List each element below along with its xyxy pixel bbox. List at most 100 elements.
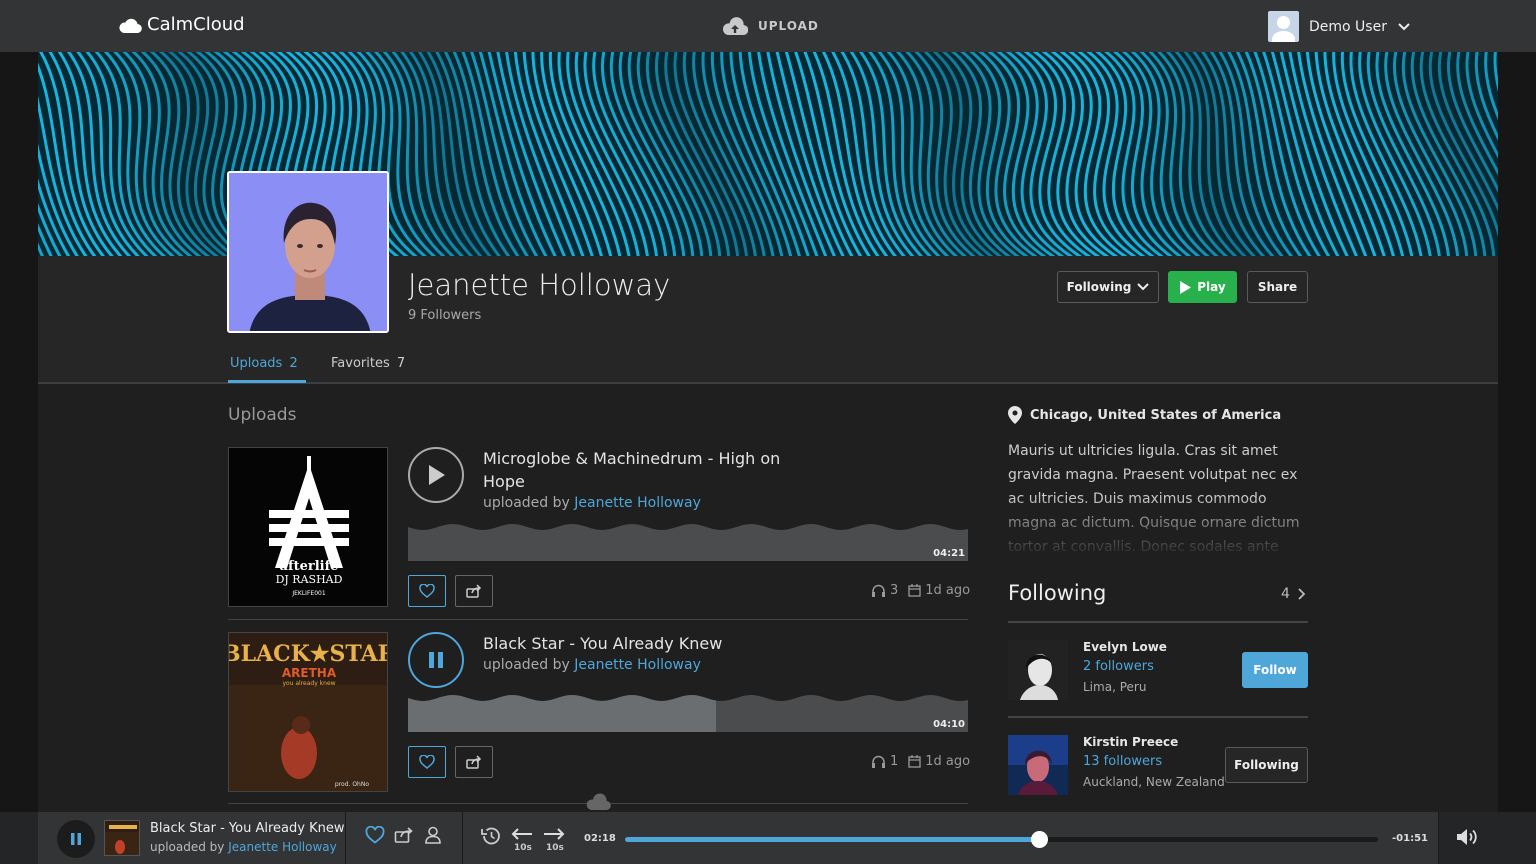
- profile-location: Chicago, United States of America: [1008, 406, 1281, 424]
- following-divider: [1008, 621, 1308, 623]
- user-avatar: [1268, 11, 1299, 42]
- unfollow-button[interactable]: Following: [1225, 747, 1308, 783]
- uploader-link[interactable]: Jeanette Holloway: [574, 495, 701, 511]
- track-play-button[interactable]: [408, 447, 464, 503]
- following-button[interactable]: Following: [1057, 271, 1159, 303]
- share-icon: [466, 755, 482, 769]
- artwork-text: JEKLIFE001: [291, 590, 325, 597]
- track-divider: [228, 619, 968, 620]
- track-pause-button[interactable]: [408, 632, 464, 688]
- player-elapsed: 02:18: [584, 833, 616, 844]
- skip-back-label: 10s: [514, 843, 532, 853]
- pause-icon: [71, 833, 81, 845]
- player-restart-button[interactable]: [480, 826, 502, 850]
- brand-name: CalmCloud: [147, 14, 245, 35]
- player-progress-handle[interactable]: [1031, 831, 1049, 848]
- active-tab-indicator: [228, 380, 306, 383]
- player-share-button[interactable]: [394, 826, 414, 848]
- follower-location: Auckland, New Zealand: [1083, 775, 1225, 789]
- tab-favorites[interactable]: Favorites 7: [331, 356, 405, 371]
- tab-uploads[interactable]: Uploads 2: [230, 356, 298, 371]
- player-track-title[interactable]: Black Star - You Already Knew: [150, 821, 344, 836]
- brand-logo[interactable]: CalmCloud: [118, 14, 245, 35]
- share-track-button[interactable]: [455, 746, 493, 778]
- headphones-icon: [872, 584, 885, 597]
- follower-avatar[interactable]: [1008, 640, 1068, 700]
- track-stats: 3 1d ago: [871, 583, 970, 598]
- heart-icon: [365, 825, 385, 844]
- track-uploader: uploaded by Jeanette Holloway: [483, 657, 701, 673]
- chevron-right-icon: [1298, 588, 1306, 600]
- following-count: 4: [1281, 586, 1290, 602]
- favorite-button[interactable]: [408, 746, 446, 778]
- follower-name[interactable]: Kirstin Preece: [1083, 735, 1178, 749]
- play-count: 3: [890, 583, 899, 598]
- user-menu[interactable]: Demo User: [1268, 11, 1411, 42]
- heart-icon: [419, 584, 435, 598]
- track-stats: 1 1d ago: [871, 754, 970, 769]
- player-uploader-button[interactable]: [424, 826, 442, 848]
- uploads-section-title: Uploads: [228, 405, 297, 425]
- pause-icon: [429, 652, 443, 668]
- follower-count-link[interactable]: 13 followers: [1083, 754, 1162, 769]
- artwork-text: DJ RASHAD: [276, 573, 343, 586]
- favorite-button[interactable]: [408, 575, 446, 607]
- upload-link[interactable]: UPLOAD: [722, 16, 819, 36]
- volume-icon: [1457, 829, 1477, 845]
- artwork-text: prod. OhNo: [335, 781, 369, 788]
- play-label: Play: [1197, 280, 1226, 294]
- arrow-left-icon: [511, 828, 532, 840]
- track-waveform[interactable]: 04:21: [408, 521, 968, 561]
- artwork-text: you already knew: [282, 680, 335, 687]
- location-text: Chicago, United States of America: [1030, 407, 1282, 423]
- right-gutter: [1498, 52, 1536, 812]
- history-icon: [481, 827, 500, 845]
- track-waveform[interactable]: 04:10: [408, 692, 968, 732]
- uploaded-by-label: uploaded by: [150, 840, 225, 854]
- profile-followers: 9 Followers: [408, 308, 482, 323]
- track-uploader: uploaded by Jeanette Holloway: [483, 495, 701, 511]
- tab-favorites-label: Favorites: [331, 356, 390, 371]
- follower-avatar[interactable]: [1008, 735, 1068, 795]
- share-track-button[interactable]: [455, 575, 493, 607]
- follower-name[interactable]: Evelyn Lowe: [1083, 640, 1167, 654]
- volume-button[interactable]: [1456, 828, 1480, 850]
- track-title[interactable]: Microglobe & Machinedrum - High on Hope: [483, 447, 783, 493]
- play-button[interactable]: Play: [1168, 271, 1237, 303]
- follow-label: Follow: [1253, 663, 1297, 677]
- following-label: Following: [1066, 280, 1132, 294]
- player-pause-button[interactable]: [57, 820, 95, 858]
- track-artwork[interactable]: afterlife DJ RASHAD JEKLIFE001: [228, 447, 388, 607]
- uploaded-by-label: uploaded by: [483, 657, 570, 673]
- following-count-link[interactable]: 4: [1281, 586, 1306, 602]
- follow-button[interactable]: Follow: [1242, 652, 1308, 688]
- cloud-icon: [119, 18, 142, 33]
- cloud-upload-icon: [723, 17, 748, 36]
- player-separator: [462, 812, 463, 864]
- track-title[interactable]: Black Star - You Already Knew: [483, 632, 783, 655]
- artwork-text: BLACK★STAR: [229, 641, 388, 667]
- share-button[interactable]: Share: [1247, 271, 1308, 303]
- player-like-button[interactable]: [365, 825, 385, 848]
- play-icon: [429, 465, 445, 485]
- following-label: Following: [1234, 758, 1299, 772]
- arrow-right-icon: [544, 828, 565, 840]
- bio-fade: [1008, 495, 1318, 557]
- track-duration: 04:10: [933, 719, 965, 730]
- follower-location: Lima, Peru: [1083, 680, 1147, 694]
- track-artwork[interactable]: BLACK★STAR ARETHA you already knew prod.…: [228, 632, 388, 792]
- tab-uploads-label: Uploads: [230, 356, 283, 371]
- player-progress-bar[interactable]: [625, 837, 1378, 842]
- follower-count-link[interactable]: 2 followers: [1083, 659, 1154, 674]
- uploader-link[interactable]: Jeanette Holloway: [228, 840, 337, 854]
- share-label: Share: [1257, 280, 1298, 294]
- skip-forward-label: 10s: [546, 843, 564, 853]
- player-artwork[interactable]: [104, 820, 140, 856]
- chevron-down-icon: [1398, 22, 1410, 30]
- user-icon: [425, 826, 441, 844]
- headphones-icon: [872, 755, 885, 768]
- user-name: Demo User: [1309, 18, 1387, 35]
- player-separator: [345, 812, 346, 864]
- share-icon: [466, 584, 482, 598]
- uploader-link[interactable]: Jeanette Holloway: [574, 657, 701, 673]
